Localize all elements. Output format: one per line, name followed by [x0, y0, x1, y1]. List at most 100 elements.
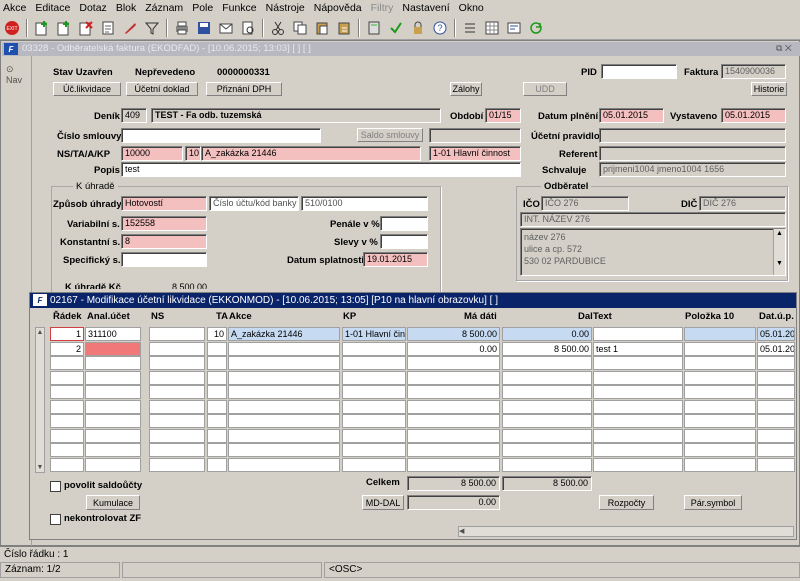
grid-cell-dat[interactable]: 05.01.201 — [757, 341, 795, 356]
grid-icon[interactable] — [484, 20, 500, 36]
grid-cell-polozka[interactable] — [684, 341, 756, 356]
grid-cell-empty[interactable] — [207, 356, 227, 370]
grid-cell-empty[interactable] — [593, 370, 683, 385]
printer-icon[interactable] — [174, 20, 190, 36]
grid-cell-empty[interactable] — [149, 399, 205, 414]
uc-likvidace-button[interactable]: Úč.likvidace — [53, 82, 121, 96]
print-preview-icon[interactable] — [240, 20, 256, 36]
menu-blok[interactable]: Blok — [116, 2, 136, 14]
menu-funkce[interactable]: Funkce — [222, 2, 256, 14]
pid-field[interactable] — [601, 64, 677, 79]
grid-cell-empty[interactable] — [684, 399, 756, 414]
cislo-uctu-field[interactable]: Číslo účtu/kód banky — [209, 196, 299, 211]
grid-cell-empty[interactable] — [757, 356, 795, 370]
grid-cell-empty[interactable] — [593, 414, 683, 428]
grid-cell-empty[interactable] — [342, 399, 406, 414]
dic-field[interactable]: DIČ 276 — [699, 196, 786, 211]
grid-cell-empty[interactable] — [684, 428, 756, 443]
grid-cell-empty[interactable] — [149, 443, 205, 457]
grid-cell-kp[interactable]: 1-01 Hlavní činn — [342, 327, 406, 341]
grid-cell-empty[interactable] — [207, 399, 227, 414]
grid-cell-dal[interactable]: 0.00 — [502, 327, 592, 341]
grid-cell-empty[interactable] — [85, 428, 141, 443]
grid-cell-empty[interactable] — [228, 414, 340, 428]
grid-cell-empty[interactable] — [207, 370, 227, 385]
grid-cell-empty[interactable] — [149, 356, 205, 370]
grid-cell-empty[interactable] — [757, 414, 795, 428]
kod-banky-field[interactable]: 510/0100 — [301, 196, 428, 211]
grid-cell-empty[interactable] — [757, 457, 795, 472]
refresh-icon[interactable] — [528, 20, 544, 36]
int-nazev-field[interactable]: INT. NÁZEV 276 — [520, 212, 786, 227]
specificky-s-field[interactable] — [121, 252, 207, 267]
grid-cell-empty[interactable] — [502, 399, 592, 414]
tool-icon[interactable] — [122, 20, 138, 36]
grid-cell-empty[interactable] — [228, 443, 340, 457]
grid-cell-empty[interactable] — [207, 443, 227, 457]
grid-cell-empty[interactable] — [684, 457, 756, 472]
akce-field[interactable]: A_zakázka 21446 — [201, 146, 421, 161]
grid-cell-akce[interactable] — [228, 341, 340, 356]
grid-cell-ns[interactable] — [149, 341, 205, 356]
grid-cell-empty[interactable] — [149, 457, 205, 472]
ns-field[interactable]: 10000 — [121, 146, 183, 161]
rozpocty-button[interactable]: Rozpočty — [599, 495, 654, 510]
menu-zaznam[interactable]: Záznam — [145, 2, 183, 14]
menu-nastaveni[interactable]: Nastavení — [402, 2, 449, 14]
referent-field[interactable] — [599, 146, 786, 161]
vystaveno-field[interactable]: 05.01.2015 — [721, 108, 786, 123]
grid-cell-empty[interactable] — [149, 428, 205, 443]
grid-cell-empty[interactable] — [407, 399, 500, 414]
menu-filtry[interactable]: Filtry — [371, 2, 394, 14]
grid-cell-empty[interactable] — [593, 428, 683, 443]
grid-cell-empty[interactable] — [684, 356, 756, 370]
check-icon[interactable] — [388, 20, 404, 36]
datum-splatnosti-field[interactable]: 19.01.2015 — [363, 252, 428, 267]
save-icon[interactable] — [196, 20, 212, 36]
grid-cell-empty[interactable] — [684, 443, 756, 457]
delete-record-icon[interactable] — [78, 20, 94, 36]
obdobi-field[interactable]: 01/15 — [485, 108, 521, 123]
grid-cell-empty[interactable] — [757, 428, 795, 443]
grid-cell-empty[interactable] — [502, 356, 592, 370]
grid-cell-empty[interactable] — [684, 414, 756, 428]
udd-button[interactable]: UDD — [523, 82, 567, 96]
grid-cell-empty[interactable] — [149, 370, 205, 385]
grid-cell-empty[interactable] — [342, 356, 406, 370]
grid-cell-empty[interactable] — [502, 370, 592, 385]
help-icon[interactable]: ? — [432, 20, 448, 36]
grid-cell-empty[interactable] — [502, 385, 592, 399]
grid-cell-kp[interactable] — [342, 341, 406, 356]
datum-plneni-field[interactable]: 05.01.2015 — [599, 108, 664, 123]
faktura-field[interactable]: 1540900036 — [721, 64, 786, 79]
grid-cell-empty[interactable] — [85, 457, 141, 472]
grid-cell-empty[interactable] — [407, 457, 500, 472]
grid-cell-text[interactable]: test 1 — [593, 341, 683, 356]
grid-cell-empty[interactable] — [85, 443, 141, 457]
grid-cell-empty[interactable] — [342, 457, 406, 472]
lock-icon[interactable] — [410, 20, 426, 36]
menu-nastroje[interactable]: Nástroje — [266, 2, 305, 14]
par-symbol-button[interactable]: Pár.symbol — [684, 495, 742, 510]
grid-cell-empty[interactable] — [342, 385, 406, 399]
povolit-saldoucty-checkbox[interactable] — [50, 481, 61, 492]
menu-dotaz[interactable]: Dotaz — [79, 2, 106, 14]
filter-icon[interactable] — [144, 20, 160, 36]
grid-cell-empty[interactable] — [593, 399, 683, 414]
schvaluje-field[interactable]: prijmeni1004 jmeno1004 1656 — [599, 162, 786, 177]
grid-cell-empty[interactable] — [85, 385, 141, 399]
paste-special-icon[interactable] — [336, 20, 352, 36]
grid-cell-ucet[interactable]: 311100 — [85, 327, 141, 341]
grid-cell-empty[interactable] — [207, 457, 227, 472]
grid-cell-empty[interactable] — [593, 457, 683, 472]
menu-okno[interactable]: Okno — [459, 2, 484, 14]
grid-cell-ns[interactable] — [149, 327, 205, 341]
grid-cell-empty[interactable] — [149, 385, 205, 399]
grid-cell-empty[interactable] — [593, 385, 683, 399]
address-scrollbar[interactable]: ▲ ▼ — [773, 229, 785, 275]
grid-cell-dat[interactable]: 05.01.201 — [757, 327, 795, 341]
denik-code-field[interactable]: 409 — [121, 108, 147, 123]
saldo-smlouvy-button[interactable]: Saldo smlouvy — [357, 128, 423, 142]
grid-cell-akce[interactable]: A_zakázka 21446 — [228, 327, 340, 341]
ico-field[interactable]: IČO 276 — [541, 196, 629, 211]
